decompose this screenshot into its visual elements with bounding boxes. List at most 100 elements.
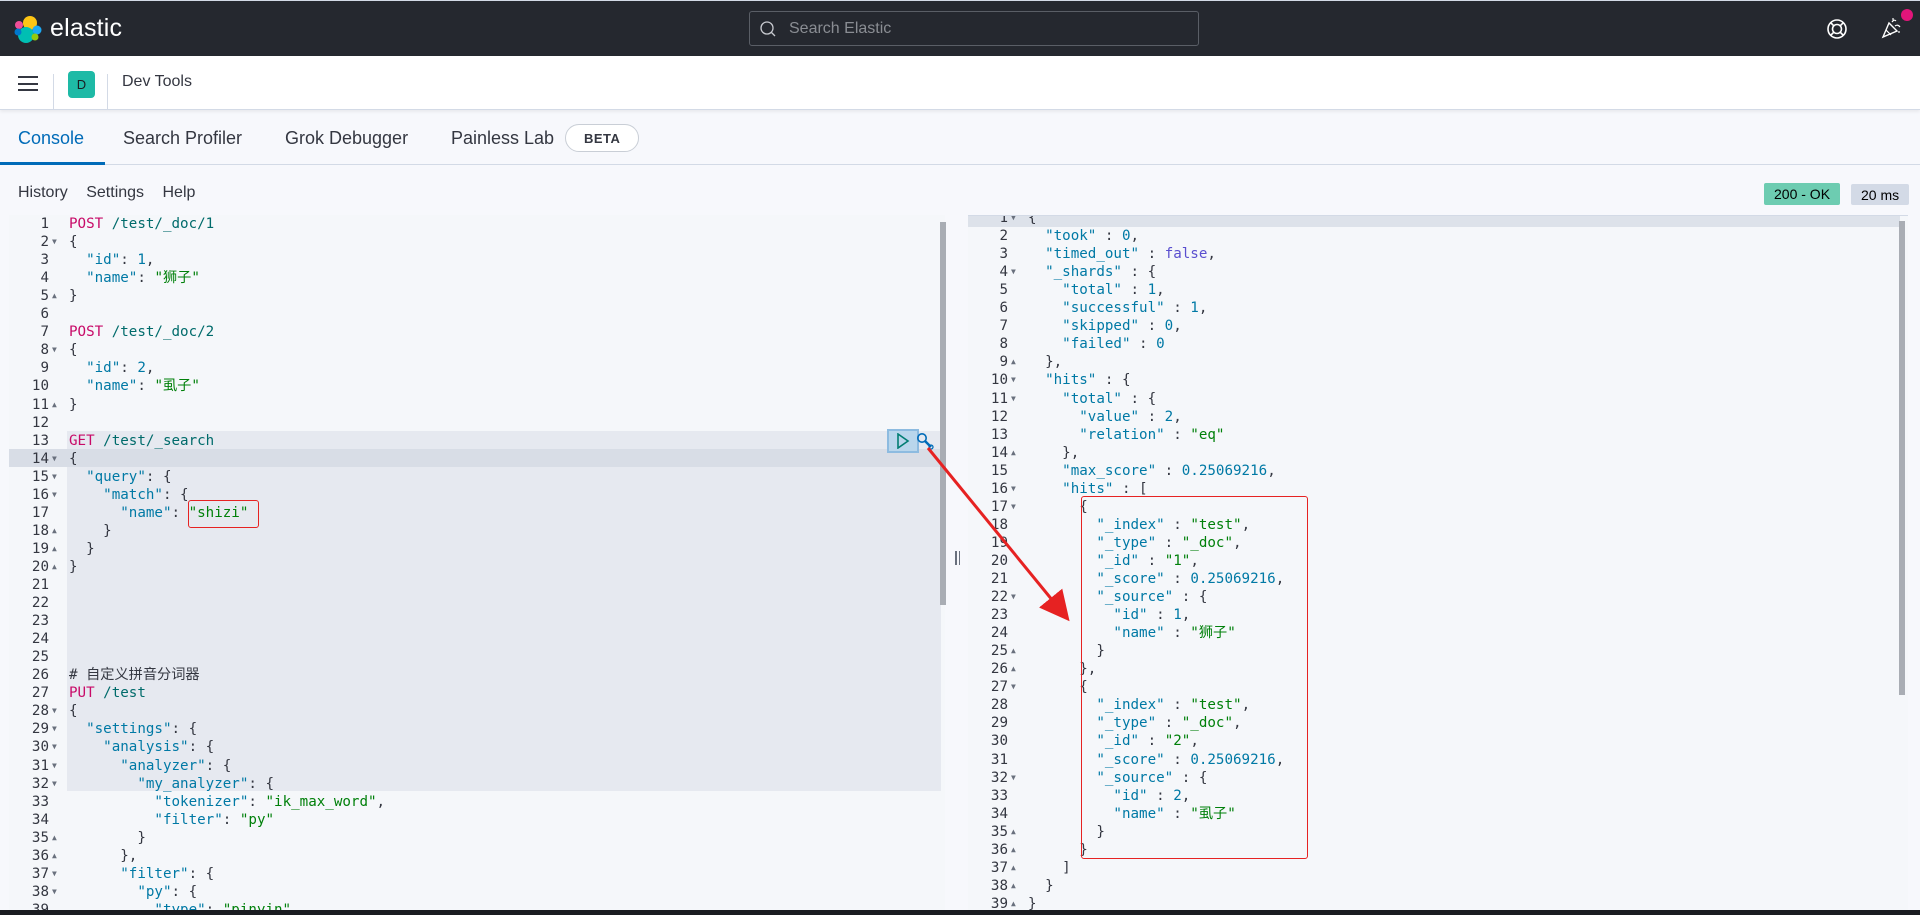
line-number: 19 bbox=[990, 534, 1008, 551]
help-lifebuoy-icon[interactable] bbox=[1826, 18, 1848, 40]
response-line: 3 "timed_out" : false, bbox=[968, 245, 1908, 263]
fold-expand-icon[interactable]: ▲ bbox=[52, 540, 57, 558]
tab-search-profiler[interactable]: Search Profiler bbox=[123, 128, 242, 149]
request-line: 30 ▼ "analysis": { bbox=[9, 738, 945, 756]
code-text: "analyzer": { bbox=[120, 757, 232, 774]
request-line: 36 ▲ }, bbox=[9, 847, 945, 865]
request-line: 3 "id": 1, bbox=[9, 251, 945, 269]
line-number: 36 bbox=[990, 841, 1008, 858]
fold-collapse-icon[interactable]: ▼ bbox=[52, 468, 57, 486]
request-line: 6 bbox=[9, 305, 945, 323]
search-input[interactable] bbox=[789, 19, 1169, 38]
fold-collapse-icon[interactable]: ▼ bbox=[1011, 216, 1016, 227]
space-avatar[interactable]: D bbox=[68, 71, 95, 98]
request-editor[interactable]: 1 POST /test/_doc/1 2 ▼{3 "id": 1, 4 "name":… bbox=[9, 215, 945, 910]
request-line: 21 bbox=[9, 576, 945, 594]
fold-expand-icon[interactable]: ▲ bbox=[52, 847, 57, 865]
code-text: "match": { bbox=[103, 486, 189, 503]
code-text: }, bbox=[1028, 444, 1080, 461]
tab-console[interactable]: Console bbox=[18, 128, 84, 149]
request-line: 25 bbox=[9, 648, 945, 666]
response-scrollbar[interactable] bbox=[1899, 221, 1905, 695]
fold-expand-icon[interactable]: ▲ bbox=[1011, 444, 1016, 462]
tab-grok-debugger[interactable]: Grok Debugger bbox=[285, 128, 408, 149]
code-text: { bbox=[69, 342, 78, 359]
fold-expand-icon[interactable]: ▲ bbox=[1011, 823, 1016, 841]
wrench-settings-icon[interactable] bbox=[916, 432, 934, 450]
fold-collapse-icon[interactable]: ▼ bbox=[52, 720, 57, 738]
line-number: 25 bbox=[31, 649, 49, 666]
elastic-logo[interactable]: elastic bbox=[14, 14, 122, 43]
request-editor-scrollbar[interactable] bbox=[940, 222, 946, 605]
fold-collapse-icon[interactable]: ▼ bbox=[1011, 498, 1016, 516]
help-link[interactable]: Help bbox=[163, 184, 196, 201]
history-link[interactable]: History bbox=[18, 184, 68, 201]
request-line: 2 ▼ { bbox=[9, 233, 945, 251]
fold-collapse-icon[interactable]: ▼ bbox=[52, 450, 57, 468]
fold-collapse-icon[interactable]: ▼ bbox=[52, 702, 57, 720]
response-line: 11 ▼ "total" : { bbox=[968, 390, 1908, 408]
fold-expand-icon[interactable]: ▲ bbox=[52, 829, 57, 847]
request-time-badge: 20 ms bbox=[1851, 184, 1910, 205]
request-line: 13 GET /test/_search bbox=[9, 432, 945, 450]
fold-collapse-icon[interactable]: ▼ bbox=[1011, 480, 1016, 498]
fold-collapse-icon[interactable]: ▼ bbox=[1011, 588, 1016, 606]
fold-collapse-icon[interactable]: ▼ bbox=[1011, 263, 1016, 281]
settings-link[interactable]: Settings bbox=[86, 184, 144, 201]
code-text: } bbox=[69, 558, 78, 575]
line-number: 24 bbox=[990, 625, 1008, 642]
line-number: 2 bbox=[40, 234, 49, 251]
code-text: "total" : { bbox=[1062, 390, 1157, 407]
fold-expand-icon[interactable]: ▲ bbox=[1011, 895, 1016, 910]
fold-collapse-icon[interactable]: ▼ bbox=[52, 883, 57, 901]
menu-toggle-icon[interactable] bbox=[18, 76, 38, 91]
code-text: { bbox=[1028, 215, 1037, 226]
fold-collapse-icon[interactable]: ▼ bbox=[52, 865, 57, 883]
fold-collapse-icon[interactable]: ▼ bbox=[52, 738, 57, 756]
request-line: 33 "tokenizer": "ik_max_word", bbox=[9, 793, 945, 811]
fold-collapse-icon[interactable]: ▼ bbox=[1011, 678, 1016, 696]
fold-collapse-icon[interactable]: ▼ bbox=[52, 757, 57, 775]
line-number: 4 bbox=[999, 264, 1008, 281]
fold-expand-icon[interactable]: ▲ bbox=[52, 558, 57, 576]
line-number: 6 bbox=[999, 300, 1008, 317]
line-number: 28 bbox=[31, 703, 49, 720]
fold-expand-icon[interactable]: ▲ bbox=[1011, 660, 1016, 678]
breadcrumb[interactable]: Dev Tools bbox=[122, 73, 192, 91]
code-text: } bbox=[69, 540, 95, 557]
run-request-button[interactable] bbox=[887, 429, 919, 453]
code-text: } bbox=[69, 522, 112, 539]
global-search[interactable] bbox=[749, 11, 1199, 46]
fold-expand-icon[interactable]: ▲ bbox=[52, 522, 57, 540]
search-icon bbox=[760, 20, 776, 36]
request-line: 26 # 自定义拼音分词器 bbox=[9, 666, 945, 684]
fold-collapse-icon[interactable]: ▼ bbox=[1011, 769, 1016, 787]
code-text: }, bbox=[1028, 354, 1063, 371]
line-number: 30 bbox=[31, 739, 49, 756]
line-number: 20 bbox=[990, 552, 1008, 569]
line-number: 32 bbox=[990, 769, 1008, 786]
fold-expand-icon[interactable]: ▲ bbox=[1011, 353, 1016, 371]
fold-expand-icon[interactable]: ▲ bbox=[1011, 841, 1016, 859]
fold-expand-icon[interactable]: ▲ bbox=[52, 396, 57, 414]
request-line: 34 "filter": "py" bbox=[9, 811, 945, 829]
fold-collapse-icon[interactable]: ▼ bbox=[52, 341, 57, 359]
panel-resizer[interactable] bbox=[955, 551, 963, 569]
fold-expand-icon[interactable]: ▲ bbox=[1011, 642, 1016, 660]
newsfeed-cheer-icon[interactable] bbox=[1880, 16, 1904, 40]
fold-collapse-icon[interactable]: ▼ bbox=[1011, 371, 1016, 389]
tab-painless-lab[interactable]: Painless Lab bbox=[451, 128, 554, 149]
fold-collapse-icon[interactable]: ▼ bbox=[52, 233, 57, 251]
fold-collapse-icon[interactable]: ▼ bbox=[52, 775, 57, 793]
fold-collapse-icon[interactable]: ▼ bbox=[52, 486, 57, 504]
line-number: 7 bbox=[40, 324, 49, 341]
response-line: 12 "value" : 2, bbox=[968, 408, 1908, 426]
line-number: 12 bbox=[990, 408, 1008, 425]
response-line: 9 ▲ }, bbox=[968, 353, 1908, 371]
fold-expand-icon[interactable]: ▲ bbox=[52, 287, 57, 305]
fold-expand-icon[interactable]: ▲ bbox=[1011, 877, 1016, 895]
fold-collapse-icon[interactable]: ▼ bbox=[1011, 390, 1016, 408]
line-number: 3 bbox=[40, 252, 49, 269]
fold-expand-icon[interactable]: ▲ bbox=[1011, 859, 1016, 877]
line-number: 3 bbox=[999, 246, 1008, 263]
